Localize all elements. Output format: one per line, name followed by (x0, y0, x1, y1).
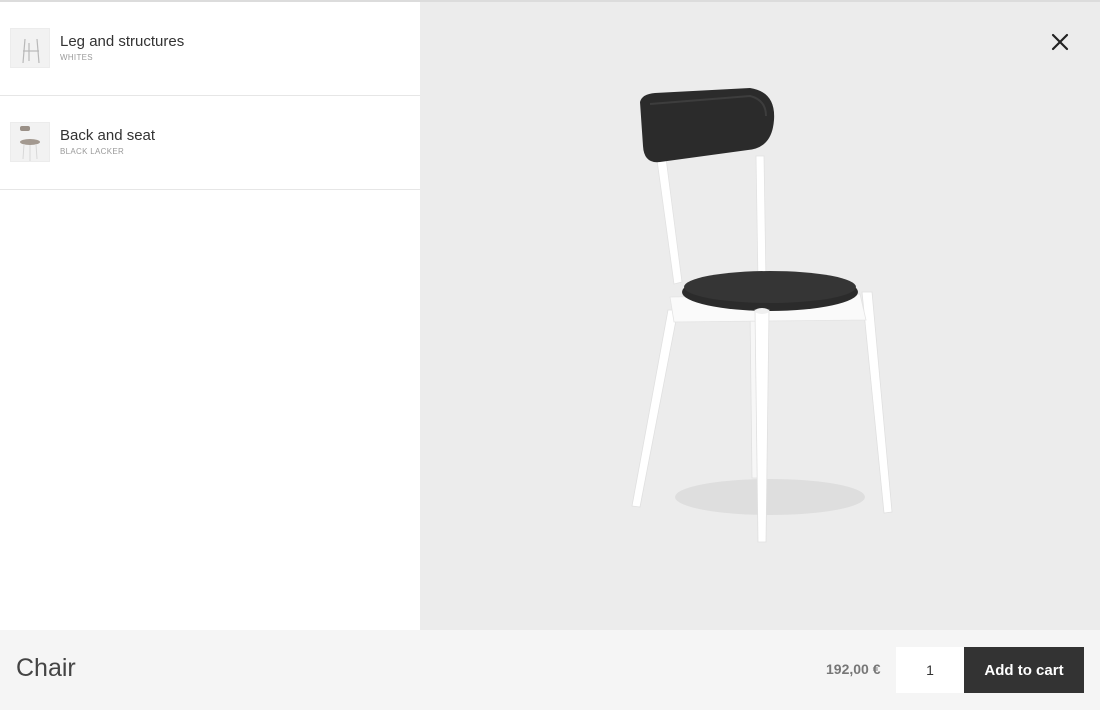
options-panel: Leg and structures WHITES Back and seat … (0, 2, 420, 630)
chair-legs-thumbnail-icon (10, 28, 50, 68)
purchase-bar: Chair 192,00 € Add to cart (0, 630, 1100, 710)
chair-product-image (631, 88, 893, 543)
option-title: Back and seat (60, 127, 156, 144)
product-name: Chair (16, 654, 76, 682)
option-title: Leg and structures (60, 33, 185, 50)
option-back-and-seat[interactable]: Back and seat BLACK LACKER (0, 96, 420, 190)
chair-back-seat-thumbnail-icon (10, 122, 50, 162)
product-price: 192,00 € (826, 661, 881, 677)
option-subtitle: WHITES (60, 53, 93, 62)
product-preview (420, 2, 1100, 630)
close-icon[interactable] (1046, 28, 1074, 56)
add-to-cart-button[interactable]: Add to cart (964, 647, 1084, 693)
quantity-input[interactable] (896, 647, 964, 693)
option-subtitle: BLACK LACKER (60, 147, 125, 156)
option-leg-and-structures[interactable]: Leg and structures WHITES (0, 2, 420, 96)
